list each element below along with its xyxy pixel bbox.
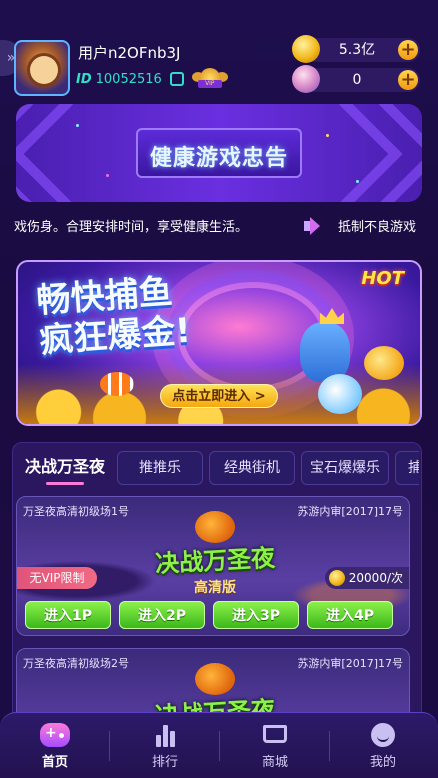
game-category-tabs: 决战万圣夜 推推乐 经典街机 宝石爆爆乐 捕 [17,451,419,485]
room-license: 苏游内审[2017]17号 [297,505,403,518]
announcement-marquee: 戏伤身。合理安排时间，享受健康生活。 抵制不良游戏 [0,214,438,238]
marquee-text-next: 抵制不良游戏 [338,220,417,235]
vip-limit-badge: 无VIP限制 [17,567,97,589]
shell-balance: 0 + [292,65,420,93]
app-root: » 用户n2OFnb3J ID 10052516 VIP 5.3亿 + 0 + … [0,0,438,778]
room-hall-name: 万圣夜高清初级场1号 [23,505,129,518]
notice-title: 健康游戏忠告 [149,146,288,171]
enter-1p-button[interactable]: 进入1P [25,601,111,629]
enter-3p-button[interactable]: 进入3P [213,601,299,629]
nav-shop[interactable]: 商城 [220,713,330,778]
room-license: 苏游内审[2017]17号 [297,657,403,670]
game-logo-sub: 高清版 [194,580,236,596]
add-gold-button[interactable]: + [398,40,418,60]
avatar[interactable] [14,40,70,96]
shell-value: 0 [352,72,362,88]
nav-rank[interactable]: 排行 [110,713,220,778]
bottom-nav: 首页 排行 商城 我的 [0,712,438,778]
shell-icon [292,65,320,93]
gamepad-icon [40,723,70,747]
pufferfish-image [318,374,362,414]
game-logo: 决战万圣夜 高清版 [145,511,285,601]
smile-icon [371,723,395,747]
marquee-text: 戏伤身。合理安排时间，享受健康生活。 [14,220,249,235]
gold-balance: 5.3亿 + [292,35,420,63]
tab-fishing[interactable]: 捕 [395,451,419,485]
tab-push[interactable]: 推推乐 [117,451,203,485]
vip-badge-icon[interactable]: VIP [191,68,228,90]
enter-4p-button[interactable]: 进入4P [307,601,393,629]
enter-2p-button[interactable]: 进入2P [119,601,205,629]
hot-badge: HOT [361,268,404,289]
nav-home[interactable]: 首页 [0,713,110,778]
gold-value: 5.3亿 [338,42,376,58]
bar-chart-icon [150,723,180,747]
clownfish-image [100,372,134,396]
tab-halloween[interactable]: 决战万圣夜 [17,451,113,485]
nav-mine[interactable]: 我的 [328,713,438,778]
room-hall-name: 万圣夜高清初级场2号 [23,657,129,670]
id-value: 10052516 [95,71,162,87]
crown-icon [320,308,344,324]
nav-home-label: 首页 [41,755,68,770]
room-card[interactable]: 万圣夜高清初级场1号 苏游内审[2017]17号 决战万圣夜 高清版 无VIP限… [16,496,410,636]
room-cost: 20000/次 [324,567,409,589]
tab-gem[interactable]: 宝石爆爆乐 [301,451,389,485]
avatar-face [30,56,58,84]
fishing-promo-banner[interactable]: 畅快捕鱼 疯狂爆金! HOT 点击立即进入 > [16,260,422,426]
username: 用户n2OFnb3J [78,44,181,62]
tab-arcade[interactable]: 经典街机 [209,451,295,485]
gold-coin-icon [292,35,320,63]
id-label: ID [76,71,92,87]
pumpkin-icon [195,663,235,695]
shark-image [300,322,350,382]
nav-rank-label: 排行 [151,755,178,770]
game-logo-title: 决战万圣夜 [154,543,276,579]
health-notice-banner[interactable]: 健康游戏忠告 [16,104,422,202]
cart-icon [263,725,287,743]
promo-headline: 畅快捕鱼 疯狂爆金! [35,271,192,361]
nav-shop-label: 商城 [261,755,288,770]
add-shell-button[interactable]: + [398,70,418,90]
room-cost-value: 20000/次 [348,571,403,585]
nav-mine-label: 我的 [369,755,396,770]
copy-icon[interactable] [169,72,184,86]
speaker-icon [302,216,324,236]
pumpkin-icon [195,511,235,543]
yellow-fish-image [364,346,404,380]
coin-icon [328,570,345,586]
user-id-row: ID 10052516 VIP [76,68,228,90]
enter-now-button[interactable]: 点击立即进入 > [160,384,278,408]
